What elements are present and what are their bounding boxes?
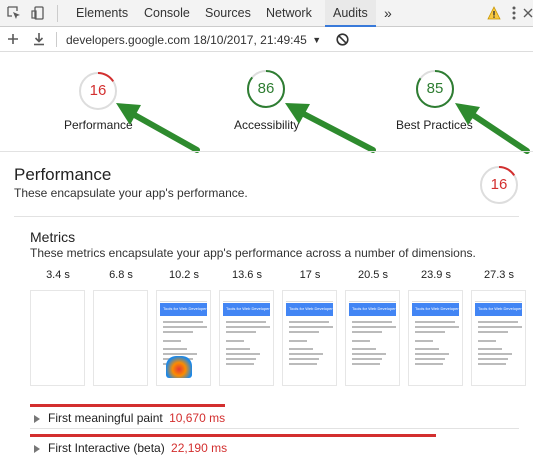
- filmstrip-frame: [93, 290, 148, 386]
- filmstrip-frame: Tools for Web Developers: [408, 290, 463, 386]
- metric-row[interactable]: First Interactive (beta) 22,190 ms: [34, 441, 227, 455]
- audit-history-bar: developers.google.com 18/10/2017, 21:49:…: [0, 28, 533, 52]
- tab-elements[interactable]: Elements: [68, 0, 136, 27]
- filmstrip-frame: Tools for Web Developers: [156, 290, 211, 386]
- divider: [30, 428, 519, 429]
- metrics-title: Metrics: [30, 229, 76, 245]
- plus-icon[interactable]: [6, 32, 20, 46]
- devtools-toolbar: Elements Console Sources Network Audits …: [0, 0, 533, 27]
- tab-console[interactable]: Console: [136, 0, 198, 27]
- audit-select-label: developers.google.com 18/10/2017, 21:49:…: [66, 33, 307, 47]
- section-score-gauge[interactable]: 16: [479, 165, 519, 205]
- filmstrip-frame: [30, 290, 85, 386]
- page-thumbnail: Tools for Web Developers: [160, 294, 207, 382]
- arrow-annotation: [455, 103, 530, 154]
- filmstrip-timestamp: 10.2 s: [169, 269, 199, 281]
- audit-select[interactable]: developers.google.com 18/10/2017, 21:49:…: [66, 33, 321, 47]
- filmstrip-timestamp: 3.4 s: [46, 269, 70, 281]
- filmstrip-timestamp: 17 s: [299, 269, 321, 281]
- metric-timeline-bar: [30, 404, 225, 407]
- gauge-score: 16: [490, 176, 508, 193]
- tab-network[interactable]: Network: [258, 0, 320, 27]
- expand-triangle-icon: [34, 444, 40, 453]
- clear-icon[interactable]: [336, 33, 349, 46]
- warning-icon[interactable]: [486, 5, 502, 21]
- metrics-description: These metrics encapsulate your app's per…: [30, 246, 476, 260]
- page-thumbnail: Tools for Web Developers: [349, 294, 396, 382]
- close-icon[interactable]: [520, 5, 533, 21]
- arrow-annotation: [116, 103, 200, 153]
- device-toolbar-icon[interactable]: [30, 5, 46, 21]
- annotation-arrows: [116, 103, 530, 154]
- filmstrip-timestamp: 13.6 s: [232, 269, 262, 281]
- chevron-down-icon: ▼: [312, 35, 322, 45]
- more-tabs-button[interactable]: »: [376, 0, 400, 27]
- filmstrip-timestamp: 20.5 s: [358, 269, 388, 281]
- metric-label: First meaningful paint: [48, 411, 163, 425]
- section-title: Performance: [14, 165, 112, 184]
- filmstrip-frame: Tools for Web Developers: [282, 290, 337, 386]
- filmstrip-timestamp: 6.8 s: [109, 269, 133, 281]
- metric-value: 22,190 ms: [171, 441, 228, 455]
- audit-report: 16 Performance 86 Accessibility 85 Best …: [0, 53, 533, 461]
- metric-row[interactable]: First meaningful paint 10,670 ms: [34, 411, 225, 425]
- tab-audits[interactable]: Audits: [325, 0, 376, 27]
- filmstrip-timestamp: 27.3 s: [484, 269, 514, 281]
- download-icon[interactable]: [32, 32, 46, 46]
- page-thumbnail: Tools for Web Developers: [475, 294, 522, 382]
- arrow-annotation: [285, 103, 376, 153]
- inspect-element-icon[interactable]: [6, 5, 22, 21]
- filmstrip-frame: Tools for Web Developers: [345, 290, 400, 386]
- toolbar-divider: [57, 5, 58, 22]
- page-thumbnail: Tools for Web Developers: [286, 294, 333, 382]
- metric-value: 10,670 ms: [169, 411, 226, 425]
- filmstrip-frame: Tools for Web Developers: [219, 290, 274, 386]
- metric-label: First Interactive (beta): [48, 441, 165, 455]
- tab-sources[interactable]: Sources: [197, 0, 259, 27]
- divider: [14, 216, 519, 217]
- page-thumbnail: Tools for Web Developers: [412, 294, 459, 382]
- page-thumbnail: Tools for Web Developers: [223, 294, 270, 382]
- divider: [0, 151, 533, 152]
- filmstrip-timestamp: 23.9 s: [421, 269, 451, 281]
- url-divider: [56, 32, 57, 47]
- filmstrip-frame: Tools for Web Developers: [471, 290, 526, 386]
- expand-triangle-icon: [34, 414, 40, 423]
- metric-timeline-bar: [30, 434, 436, 437]
- section-description: These encapsulate your app's performance…: [14, 186, 248, 200]
